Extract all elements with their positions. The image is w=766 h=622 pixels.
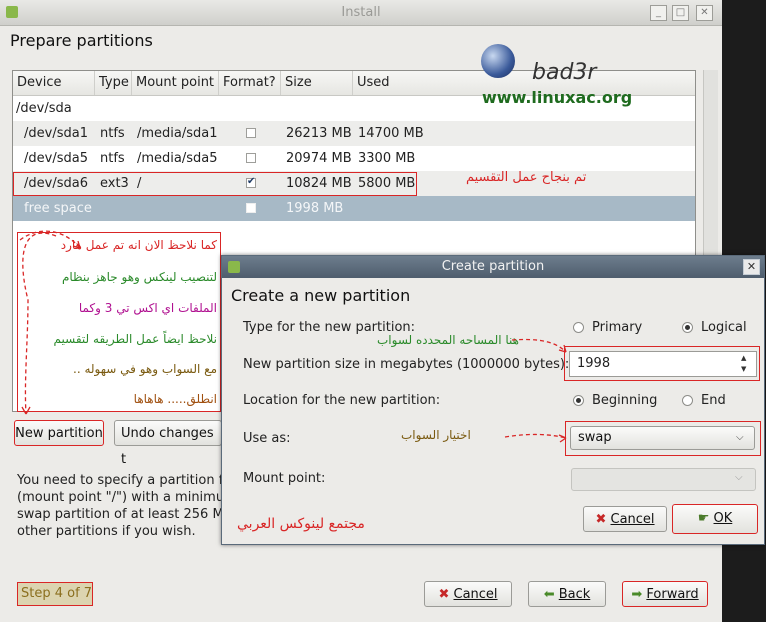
cancel-icon: ✖	[595, 512, 607, 527]
row-device: /dev/sda1	[24, 126, 88, 141]
annotation-note-line: انطلق..... هاهاها	[133, 392, 217, 406]
new-partition-button[interactable]: New partition	[14, 420, 104, 446]
annotation-note-line: الملفات اي اكس تي 3 وكما	[78, 301, 217, 315]
row-size: 1998 MB	[286, 201, 344, 216]
minimize-button[interactable]: _	[650, 5, 667, 21]
cancel-button[interactable]: ✖ Cancel	[424, 581, 512, 607]
maximize-button[interactable]: □	[672, 5, 689, 21]
dialog-ok-label: OK	[713, 511, 733, 526]
page-title: Prepare partitions	[10, 31, 153, 50]
partition-size-label: New partition size in megabytes (1000000…	[243, 357, 570, 372]
back-label: Back	[558, 587, 591, 602]
annotation-community: مجتمع لينوكس العربي	[237, 516, 365, 532]
info-text-line: other partitions if you wish.	[17, 524, 196, 539]
partition-location-label: Location for the new partition:	[243, 393, 441, 408]
dialog-heading: Create a new partition	[231, 286, 411, 305]
close-button[interactable]: ✕	[696, 5, 713, 21]
table-row[interactable]: /dev/sda1 ntfs /media/sda1 26213 MB 1470…	[13, 121, 695, 146]
end-radio[interactable]	[682, 395, 693, 406]
mount-point-label: Mount point:	[243, 471, 326, 486]
step-indicator: Step 4 of 7	[17, 582, 93, 606]
mount-point-combo[interactable]: ⌵	[571, 468, 756, 491]
use-as-label: Use as:	[243, 431, 291, 446]
dialog-cancel-label: Cancel	[610, 512, 655, 527]
logical-radio-label[interactable]: Logical	[701, 320, 747, 335]
highlight-box-sda6	[13, 172, 417, 196]
row-device: /dev/sda	[16, 101, 72, 116]
table-row[interactable]: /dev/sda5 ntfs /media/sda5 20974 MB 3300…	[13, 146, 695, 171]
row-used: 14700 MB	[358, 126, 424, 141]
beginning-radio[interactable]	[573, 395, 584, 406]
row-size: 20974 MB	[286, 151, 352, 166]
annotation-note-box	[17, 232, 221, 412]
format-checkbox[interactable]	[246, 153, 256, 163]
window-titlebar[interactable]: Install _ □ ✕	[0, 0, 722, 26]
annotation-note-line: لتنصيب لينكس وهو جاهز بنظام	[61, 270, 217, 284]
highlight-box-swap	[565, 421, 761, 456]
back-button[interactable]: ⬅ Back	[528, 581, 606, 607]
window-title: Install	[341, 5, 381, 20]
beginning-radio-label[interactable]: Beginning	[592, 393, 657, 408]
step-text: Step 4 of 7	[21, 586, 93, 601]
row-used: 3300 MB	[358, 151, 416, 166]
logical-radio[interactable]	[682, 322, 693, 333]
logo-text: bad3r	[532, 60, 597, 85]
forward-button[interactable]: ➡ Forward	[622, 581, 708, 607]
annotation-note-line: كما نلاحظ الان انه تم عمل هارد	[60, 238, 217, 252]
column-header-device[interactable]: Device	[13, 71, 95, 95]
row-type: ntfs	[100, 126, 125, 141]
dialog-title: Create partition	[441, 259, 545, 274]
annotation-note-line: مع السواب وهو في سهوله ..	[73, 362, 217, 376]
column-header-size[interactable]: Size	[281, 71, 353, 95]
highlight-box-size	[564, 346, 760, 381]
dialog-cancel-button[interactable]: ✖ Cancel	[583, 506, 667, 532]
end-radio-label[interactable]: End	[701, 393, 726, 408]
cancel-icon: ✖	[438, 587, 450, 602]
primary-radio[interactable]	[573, 322, 584, 333]
table-row[interactable]: /dev/sda6 ext3 / 10824 MB 5800 MB	[13, 171, 695, 196]
format-checkbox[interactable]	[246, 128, 256, 138]
back-arrow-icon: ⬅	[543, 587, 555, 602]
annotation-note-line: نلاحظ ايضاً عمل الطريقه لتقسيم	[53, 332, 217, 346]
forward-arrow-icon: ➡	[631, 587, 643, 602]
column-header-mount[interactable]: Mount point	[132, 71, 219, 95]
annotation-success: تم بنجاح عمل التقسيم	[466, 170, 587, 185]
row-size: 26213 MB	[286, 126, 352, 141]
chevron-down-icon: ⌵	[735, 472, 743, 483]
forward-label: Forward	[646, 587, 699, 602]
info-text-line: (mount point "/") with a minimum	[17, 490, 237, 505]
column-header-format[interactable]: Format?	[219, 71, 281, 95]
info-text-line: You need to specify a partition fo	[17, 473, 232, 488]
logo-url: www.linuxac.org	[482, 88, 633, 107]
row-mount: /media/sda1	[137, 126, 218, 141]
dialog-titlebar[interactable]: Create partition ✕	[222, 256, 764, 278]
annotation-size-note: هنا المساحه المحدده لسواب	[377, 333, 519, 347]
format-checkbox[interactable]	[246, 203, 256, 213]
cancel-label: Cancel	[453, 587, 498, 602]
primary-radio-label[interactable]: Primary	[592, 320, 642, 335]
create-partition-dialog: Create partition ✕ Create a new partitio…	[221, 255, 765, 545]
info-text-line: swap partition of at least 256 MB	[17, 507, 233, 522]
ok-icon: ☛	[697, 511, 710, 526]
row-type: ntfs	[100, 151, 125, 166]
undo-changes-button[interactable]: Undo changes t	[114, 420, 222, 467]
dialog-close-button[interactable]: ✕	[743, 259, 760, 275]
row-device: free space	[24, 201, 92, 216]
table-row-selected[interactable]: free space 1998 MB	[13, 196, 695, 221]
dialog-ok-button[interactable]: ☛ OK	[672, 504, 758, 534]
annotation-swap-note: اختيار السواب	[401, 428, 471, 442]
globe-logo-icon	[481, 44, 515, 78]
column-header-type[interactable]: Type	[95, 71, 132, 95]
row-mount: /media/sda5	[137, 151, 218, 166]
row-device: /dev/sda5	[24, 151, 88, 166]
